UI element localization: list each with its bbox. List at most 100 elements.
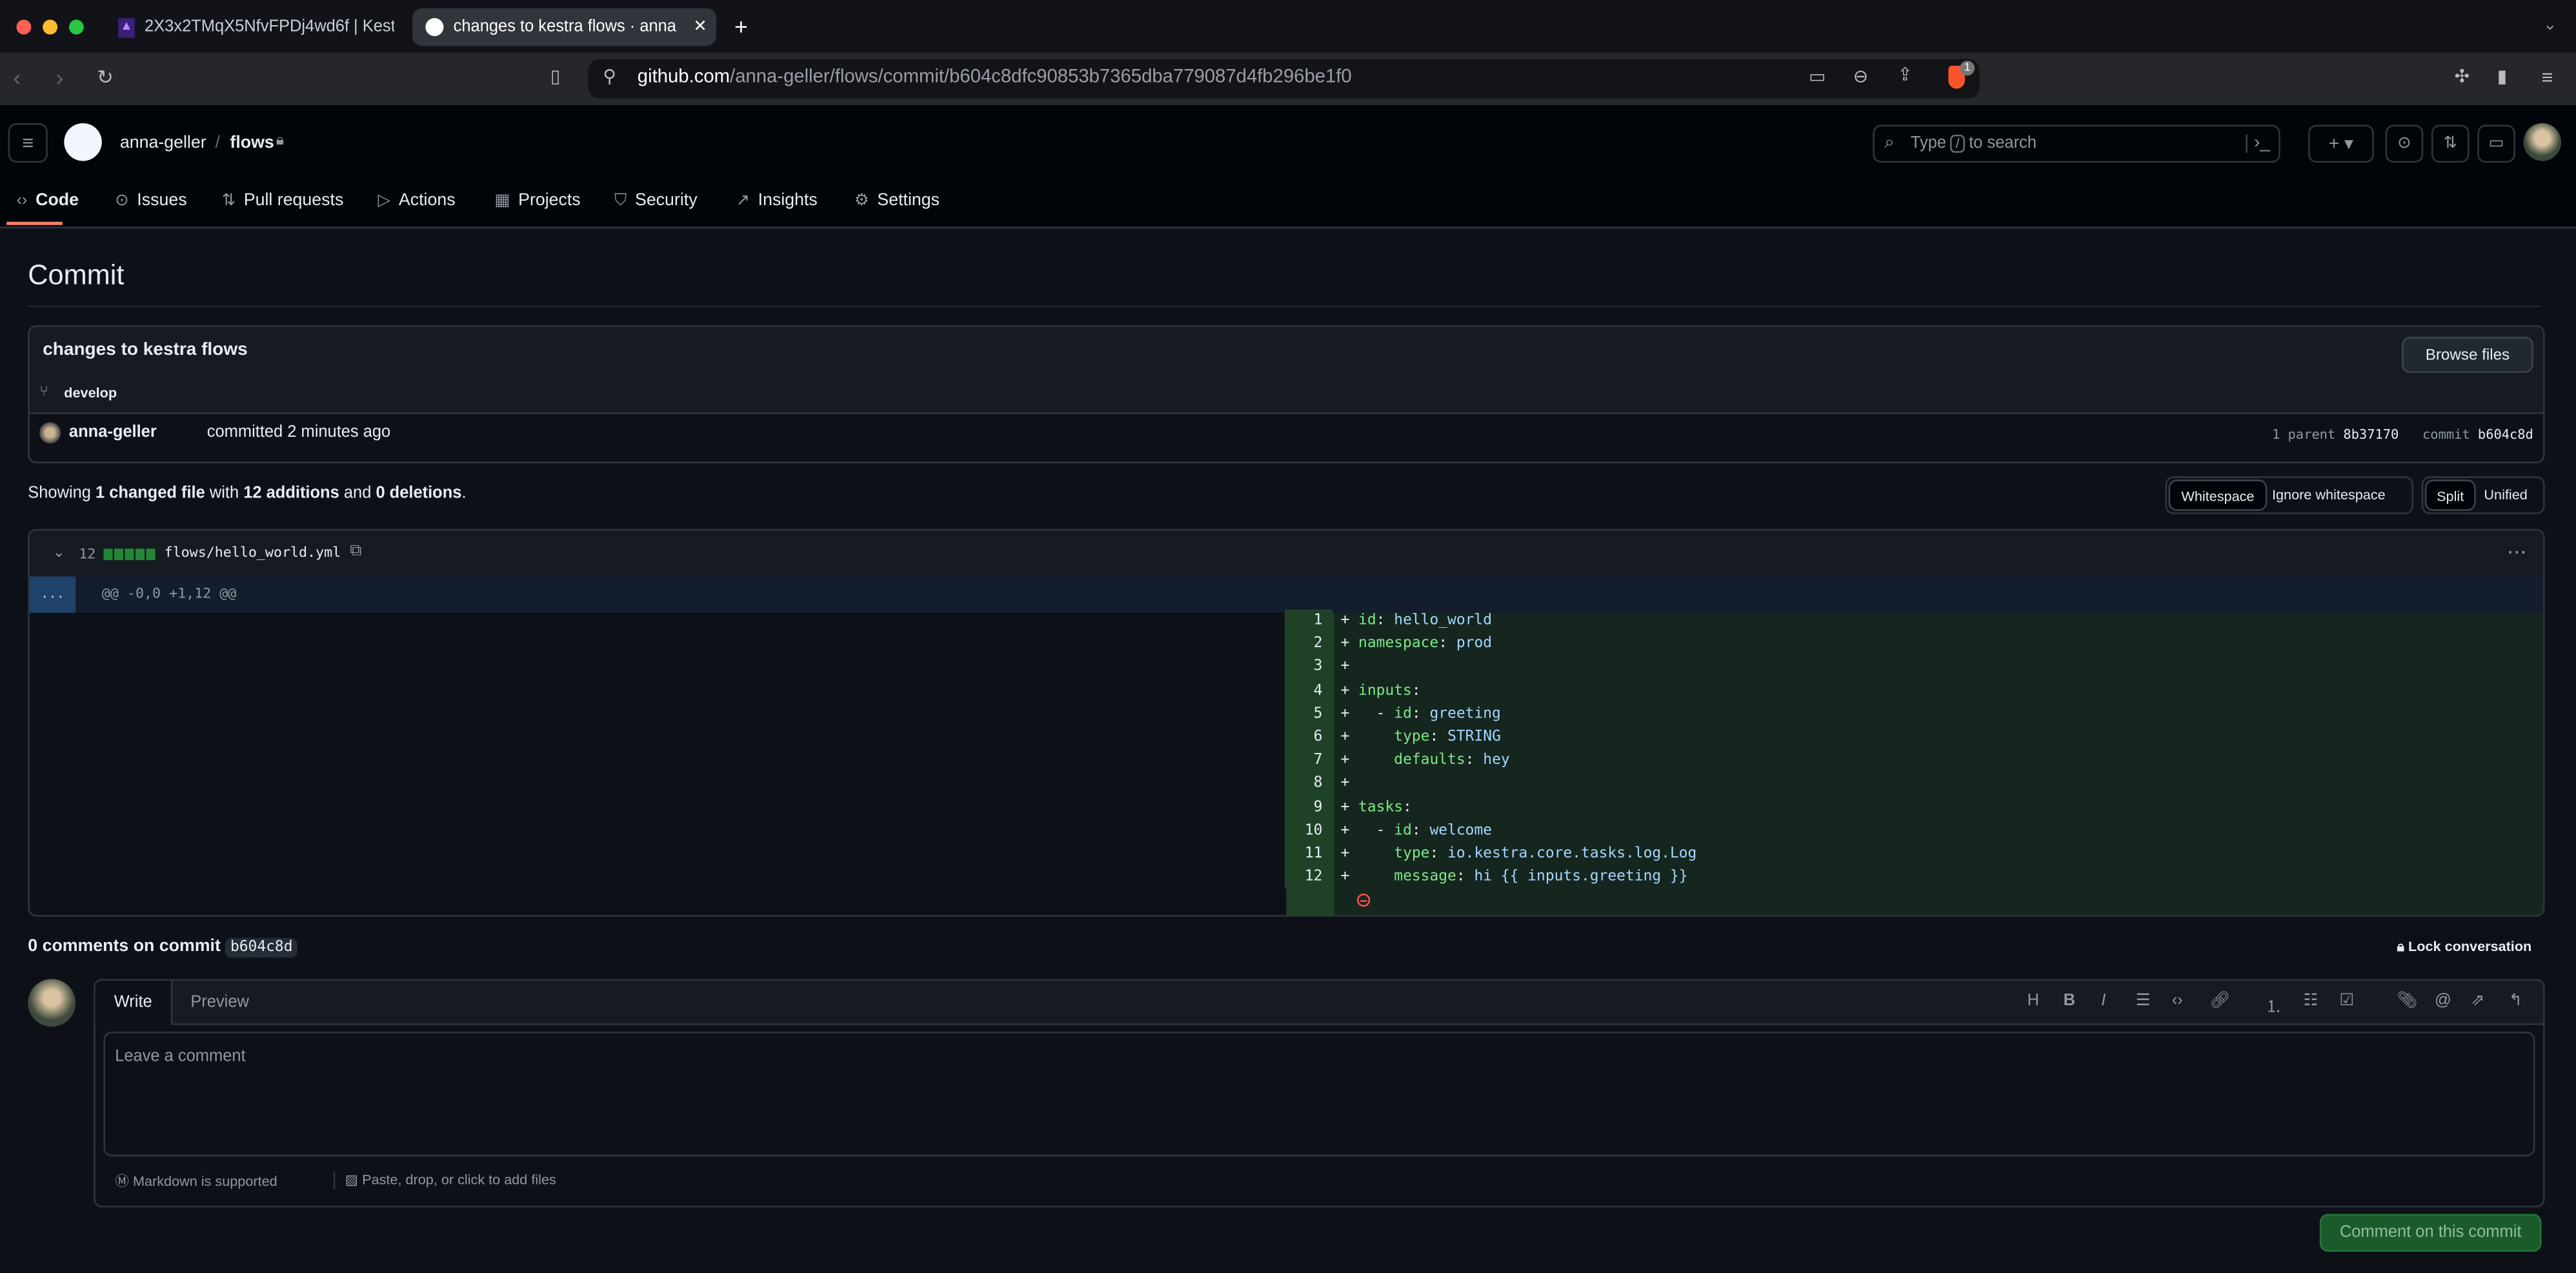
commit-sha: b604c8d bbox=[2477, 426, 2533, 442]
tab-security[interactable]: ⛉ Security bbox=[614, 187, 697, 214]
tab-preview[interactable]: Preview bbox=[190, 994, 249, 1012]
diff-line: 1 + id: hello_world bbox=[1284, 609, 2542, 633]
browser-tab-bar: ▲ 2X3x2TMqX5NfvFPDj4wd6f | Kest changes … bbox=[0, 0, 2576, 53]
heading-icon[interactable]: H bbox=[2028, 992, 2039, 1010]
share-icon[interactable]: ⇪ bbox=[1898, 66, 1913, 85]
inbox-button[interactable]: ▭ bbox=[2477, 125, 2515, 163]
code-icon: ‹› bbox=[16, 191, 28, 210]
tab-write[interactable]: Write bbox=[95, 980, 173, 1025]
address-bar[interactable]: ⚲ github.com/anna-geller/flows/commit/b6… bbox=[588, 59, 1980, 99]
file-path-link[interactable]: flows/hello_world.yml bbox=[165, 545, 341, 561]
quote-icon[interactable]: ☰ bbox=[2136, 992, 2151, 1010]
italic-icon[interactable]: I bbox=[2101, 992, 2106, 1010]
reference-icon[interactable]: ⇗ bbox=[2471, 992, 2484, 1010]
line-number[interactable]: 3 bbox=[1284, 656, 1333, 679]
tab-code[interactable]: ‹› Code bbox=[16, 187, 79, 214]
maximize-window-button[interactable] bbox=[68, 19, 84, 35]
pull-requests-button[interactable]: ⇅ bbox=[2431, 125, 2470, 163]
search-icon: ⌕ bbox=[1884, 133, 1895, 153]
search-input[interactable]: ⌕ Type / to search ›_ bbox=[1873, 125, 2280, 163]
kestra-icon: ▲ bbox=[118, 17, 135, 37]
parent-sha-link[interactable]: 8b37170 bbox=[2343, 427, 2399, 442]
user-avatar[interactable] bbox=[2523, 123, 2562, 161]
diff-summary: Showing 1 changed file with 12 additions… bbox=[28, 485, 467, 503]
diff-line: 7 + defaults: hey bbox=[1284, 749, 2542, 773]
zoom-out-icon[interactable]: ⊖ bbox=[1853, 68, 1868, 87]
line-number[interactable]: 10 bbox=[1284, 819, 1333, 843]
kebab-menu-icon[interactable]: ⋯ bbox=[2507, 542, 2527, 562]
line-number[interactable]: 5 bbox=[1284, 703, 1333, 727]
copy-icon[interactable]: ⧉ bbox=[350, 543, 361, 560]
branch-link[interactable]: develop bbox=[64, 385, 117, 401]
new-tab-icon[interactable]: + bbox=[734, 15, 748, 38]
create-new-button[interactable]: + ▾ bbox=[2308, 125, 2374, 163]
back-icon[interactable]: ‹ bbox=[13, 66, 21, 89]
forward-icon[interactable]: › bbox=[56, 66, 64, 89]
ignore-whitespace-button[interactable]: Ignore whitespace bbox=[2272, 486, 2386, 503]
chevron-down-icon[interactable]: ⌄ bbox=[2543, 17, 2557, 34]
sidebar-icon[interactable]: ▮ bbox=[2497, 68, 2507, 87]
line-number[interactable]: 11 bbox=[1284, 843, 1333, 867]
bookmark-icon[interactable]: ▯ bbox=[550, 68, 560, 87]
line-number[interactable]: 6 bbox=[1284, 726, 1333, 750]
line-number[interactable]: 4 bbox=[1284, 679, 1333, 703]
split-button[interactable]: Split bbox=[2424, 479, 2476, 511]
issues-button[interactable]: ⊙ bbox=[2385, 125, 2424, 163]
saved-reply-icon[interactable]: ↰ bbox=[2509, 992, 2522, 1010]
expand-hunk-button[interactable]: ... bbox=[29, 576, 76, 613]
graph-icon: ↗ bbox=[736, 191, 750, 210]
lock-icon: 🔒︎ bbox=[2397, 937, 2405, 955]
reload-icon[interactable]: ↻ bbox=[97, 67, 114, 87]
attach-files-button[interactable]: ▨ Paste, drop, or click to add files bbox=[333, 1171, 556, 1190]
line-number[interactable]: 2 bbox=[1284, 632, 1333, 656]
collapse-chevron-icon[interactable]: ⌄ bbox=[52, 545, 65, 560]
tab-projects[interactable]: ▦ Projects bbox=[494, 187, 580, 214]
extensions-icon[interactable]: ✣ bbox=[2455, 68, 2470, 87]
tab-issues[interactable]: ⊙ Issues bbox=[115, 187, 186, 214]
comment-submit-button[interactable]: Comment on this commit bbox=[2319, 1214, 2542, 1252]
code-icon[interactable]: ‹› bbox=[2172, 992, 2183, 1010]
command-palette-icon[interactable]: ›_ bbox=[2246, 134, 2270, 153]
tab-pull-requests[interactable]: ⇅ Pull requests bbox=[222, 187, 344, 214]
line-number[interactable]: 1 bbox=[1284, 609, 1333, 633]
unordered-list-icon[interactable]: ☷ bbox=[2303, 992, 2318, 1010]
site-settings-icon[interactable]: ⚲ bbox=[603, 68, 616, 87]
line-number[interactable]: 8 bbox=[1284, 772, 1333, 796]
github-logo-icon[interactable] bbox=[64, 123, 102, 161]
repo-owner-link[interactable]: anna-geller bbox=[120, 133, 206, 153]
hamburger-menu-button[interactable]: ≡ bbox=[8, 123, 48, 163]
menu-icon[interactable]: ≡ bbox=[2542, 67, 2553, 87]
repo-name-link[interactable]: flows bbox=[230, 133, 274, 153]
markdown-supported-link[interactable]: Ⓜ︎ Markdown is supported bbox=[115, 1171, 277, 1191]
link-icon[interactable]: 🔗︎ bbox=[2209, 992, 2230, 1010]
tab-insights[interactable]: ↗ Insights bbox=[736, 187, 818, 214]
diff-line: 6 + type: STRING bbox=[1284, 726, 2542, 750]
author-link[interactable]: anna-geller bbox=[69, 424, 157, 442]
task-list-icon[interactable]: ☑ bbox=[2339, 992, 2354, 1010]
close-window-button[interactable] bbox=[16, 19, 32, 35]
gear-icon: ⚙ bbox=[854, 191, 869, 210]
issue-icon: ⊙ bbox=[115, 191, 129, 210]
bold-icon[interactable]: B bbox=[2064, 992, 2075, 1010]
diff-line: 12 + message: hi {{ inputs.greeting }} bbox=[1284, 866, 2542, 890]
browser-tab[interactable]: ▲ 2X3x2TMqX5NfvFPDj4wd6f | Kest bbox=[105, 8, 401, 46]
line-number[interactable]: 9 bbox=[1284, 796, 1333, 819]
minimize-window-button[interactable] bbox=[43, 19, 58, 35]
comment-textarea[interactable]: Leave a comment bbox=[103, 1031, 2535, 1157]
lock-conversation-button[interactable]: 🔒︎ Lock conversation bbox=[2397, 938, 2531, 956]
diffstat-bar bbox=[103, 548, 156, 561]
whitespace-button[interactable]: Whitespace bbox=[2168, 479, 2268, 511]
attachment-icon[interactable]: 📎︎ bbox=[2397, 992, 2417, 1010]
cast-icon[interactable]: ▭ bbox=[1809, 68, 1826, 87]
browse-files-button[interactable]: Browse files bbox=[2402, 336, 2533, 373]
line-number[interactable]: 7 bbox=[1284, 749, 1333, 773]
ordered-list-icon[interactable]: ⒈ bbox=[2266, 992, 2282, 1017]
tab-actions[interactable]: ▷ Actions bbox=[378, 187, 456, 214]
tab-settings[interactable]: ⚙ Settings bbox=[854, 187, 940, 214]
mention-icon[interactable]: @ bbox=[2435, 992, 2451, 1010]
line-number[interactable]: 12 bbox=[1284, 866, 1333, 890]
browser-tab-active[interactable]: changes to kestra flows · anna ✕ bbox=[412, 8, 717, 46]
pull-request-icon: ⇅ bbox=[2443, 134, 2457, 153]
unified-button[interactable]: Unified bbox=[2484, 486, 2527, 503]
close-tab-icon[interactable]: ✕ bbox=[693, 18, 707, 36]
